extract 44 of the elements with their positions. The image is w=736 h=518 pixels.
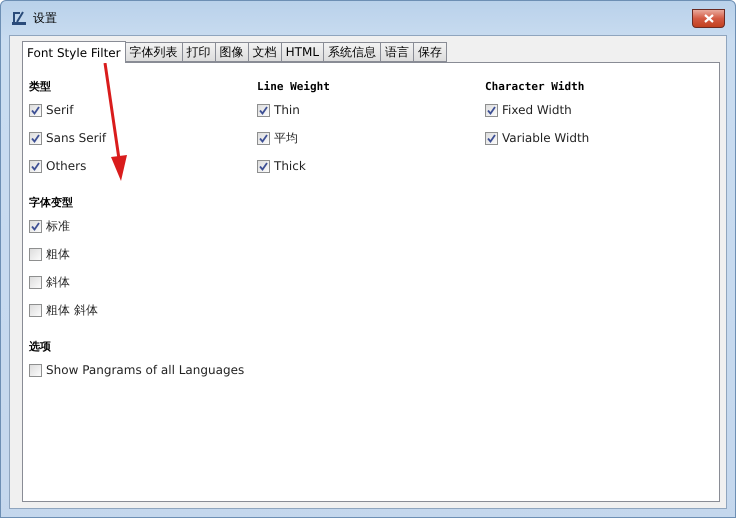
close-icon [704,14,714,22]
tab[interactable]: Font Style Filter [22,41,126,63]
checkbox-option[interactable]: Thin [257,96,300,124]
checkbox-option[interactable]: 粗体 [29,240,70,268]
checkbox-option[interactable]: Fixed Width [485,96,572,124]
tab[interactable]: 保存 [413,42,448,62]
checkbox[interactable] [257,132,270,144]
checkbox-option[interactable]: Variable Width [485,124,590,152]
close-button[interactable] [692,8,725,28]
checkbox-option[interactable]: 斜体 [29,268,70,296]
tab[interactable]: 文档 [248,42,282,62]
checkbox-option[interactable]: Others [29,152,86,180]
group-heading: 选项 [29,339,52,355]
tab[interactable]: 语言 [380,42,414,62]
checkbox-option[interactable]: 平均 [257,124,298,152]
checkbox[interactable] [29,248,42,260]
app-icon [11,10,27,26]
tab[interactable]: 系统信息 [323,42,382,62]
checkbox[interactable] [29,220,42,232]
tab[interactable]: 打印 [182,42,216,62]
group-heading: Character Width [485,79,586,95]
checkbox-option[interactable]: Sans Serif [29,124,106,152]
checkbox-option[interactable]: Show Pangrams of all Languages [29,356,244,384]
checkbox-option[interactable]: 标准 [29,212,70,240]
checkbox[interactable] [485,132,498,144]
checkbox-option[interactable]: 粗体 斜体 [29,296,98,324]
checkbox-option[interactable]: Thick [257,152,306,180]
group-heading: Line Weight [257,79,331,95]
checkbox[interactable] [29,160,42,172]
checkbox[interactable] [485,104,498,116]
group-heading: 类型 [29,79,52,95]
checkbox[interactable] [29,304,42,316]
checkbox[interactable] [29,132,42,144]
group-heading: 字体变型 [29,195,74,211]
tab[interactable]: 字体列表 [124,42,183,62]
checkbox[interactable] [257,160,270,172]
checkbox[interactable] [29,104,42,116]
checkbox-option[interactable]: Serif [29,96,74,124]
window-title: 设置 [33,10,58,26]
checkbox[interactable] [257,104,270,116]
checkbox[interactable] [29,276,42,288]
checkbox[interactable] [29,364,42,376]
tab[interactable]: HTML [280,42,324,62]
tab[interactable]: 图像 [214,42,249,62]
